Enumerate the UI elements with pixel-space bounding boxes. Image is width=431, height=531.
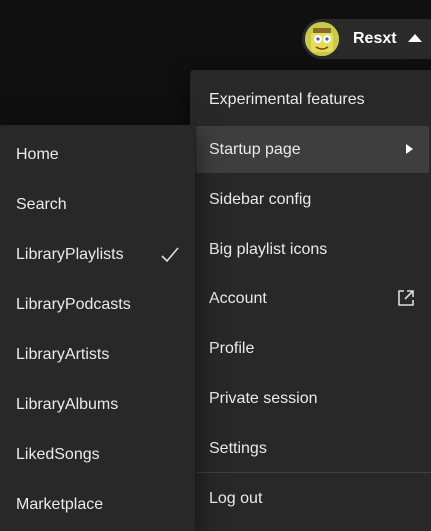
caret-up-icon — [408, 34, 422, 42]
menu-item-label: Profile — [209, 339, 255, 357]
submenu-item-library-artists[interactable]: LibraryArtists — [0, 330, 195, 380]
menu-item-sidebar-config[interactable]: Sidebar config — [196, 176, 429, 223]
submenu-item-library-podcasts[interactable]: LibraryPodcasts — [0, 280, 195, 330]
menu-item-label: Settings — [209, 439, 267, 457]
menu-item-log-out[interactable]: Log out — [196, 475, 429, 522]
submenu-item-library-albums[interactable]: LibraryAlbums — [0, 380, 195, 430]
menu-item-big-playlist-icons[interactable]: Big playlist icons — [196, 226, 429, 273]
menu-item-experimental-features[interactable]: Experimental features — [196, 76, 429, 123]
submenu-item-marketplace[interactable]: Marketplace — [0, 480, 195, 530]
menu-item-account[interactable]: Account — [196, 275, 429, 322]
menu-item-label: Log out — [209, 489, 263, 507]
submenu-item-label: LibraryPlaylists — [16, 246, 124, 263]
submenu-item-label: Search — [16, 196, 67, 213]
avatar-image-icon — [305, 22, 339, 56]
menu-divider — [196, 472, 431, 473]
checkmark-icon — [161, 247, 179, 263]
profile-dropdown-menu: Experimental features Startup page Sideb… — [190, 70, 431, 531]
submenu-item-home[interactable]: Home — [0, 130, 195, 180]
menu-item-label: Big playlist icons — [209, 240, 328, 258]
submenu-item-label: LibraryArtists — [16, 346, 110, 363]
menu-item-startup-page[interactable]: Startup page — [196, 126, 429, 173]
submenu-item-label: LibraryPodcasts — [16, 296, 131, 313]
avatar — [305, 22, 339, 56]
menu-item-label: Startup page — [209, 140, 301, 158]
submenu-item-library-playlists[interactable]: LibraryPlaylists — [0, 230, 195, 280]
submenu-item-search[interactable]: Search — [0, 180, 195, 230]
chevron-right-icon — [406, 144, 413, 154]
menu-item-private-session[interactable]: Private session — [196, 375, 429, 422]
submenu-item-liked-songs[interactable]: LikedSongs — [0, 430, 195, 480]
user-menu-button[interactable]: Resxt — [302, 19, 431, 59]
menu-item-label: Account — [209, 289, 267, 307]
user-name: Resxt — [353, 30, 397, 47]
submenu-item-label: Marketplace — [16, 496, 104, 513]
menu-item-profile[interactable]: Profile — [196, 325, 429, 372]
external-link-icon — [398, 290, 414, 306]
submenu-item-label: LikedSongs — [16, 446, 100, 463]
submenu-item-label: Home — [16, 146, 59, 163]
menu-item-label: Sidebar config — [209, 190, 312, 208]
menu-item-label: Experimental features — [209, 90, 365, 108]
menu-item-label: Private session — [209, 389, 318, 407]
startup-page-submenu: Home Search LibraryPlaylists LibraryPodc… — [0, 125, 195, 531]
menu-item-settings[interactable]: Settings — [196, 425, 429, 472]
submenu-item-label: LibraryAlbums — [16, 396, 119, 413]
